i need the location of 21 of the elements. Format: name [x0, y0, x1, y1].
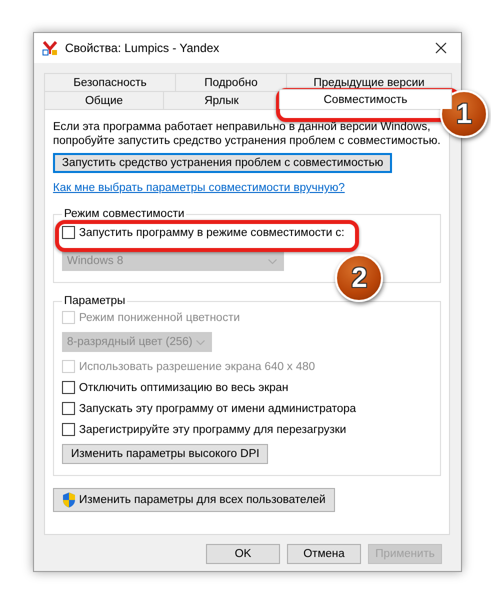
- tab[interactable]: Безопасность: [44, 73, 176, 91]
- tab[interactable]: Подробно: [175, 73, 287, 91]
- troubleshoot-button[interactable]: Запустить средство устранения проблем с совместимостью: [53, 153, 392, 173]
- group-title: Режим совместимости: [63, 208, 186, 220]
- checkbox-label: Запускать эту программу от имени администратора: [79, 402, 356, 414]
- group-title: Параметры: [63, 295, 126, 307]
- dpi-button[interactable]: Изменить параметры высокого DPI: [62, 444, 268, 464]
- tab[interactable]: Совместимость: [279, 89, 452, 109]
- help-link[interactable]: Как мне выбрать параметры совместимости вручную?: [53, 182, 345, 194]
- checkbox-label: Использовать разрешение экрана 640 x 480: [79, 360, 316, 372]
- tab[interactable]: Общие: [44, 91, 164, 109]
- all-users-button[interactable]: Изменить параметры для всех пользователей: [53, 488, 335, 512]
- dialog-button[interactable]: Отмена: [287, 544, 361, 564]
- window-title: Свойства: Lumpics - Yandex: [65, 41, 220, 55]
- checkbox-label: Запустить программу в режиме совместимости с:: [79, 226, 344, 238]
- checkbox-label: Режим пониженной цветности: [79, 312, 240, 324]
- checkbox-label: Отключить оптимизацию во весь экран: [79, 382, 288, 394]
- dialog-button[interactable]: OK: [206, 544, 280, 564]
- tab[interactable]: Ярлык: [163, 91, 280, 109]
- intro-text: Если эта программа работает неправильно в данной версии Windows, попробуйте запустить средство устранения проблем с совместимостью.: [53, 120, 441, 148]
- checkbox-label: Зарегистрируйте эту программу для перезагрузки: [79, 424, 346, 436]
